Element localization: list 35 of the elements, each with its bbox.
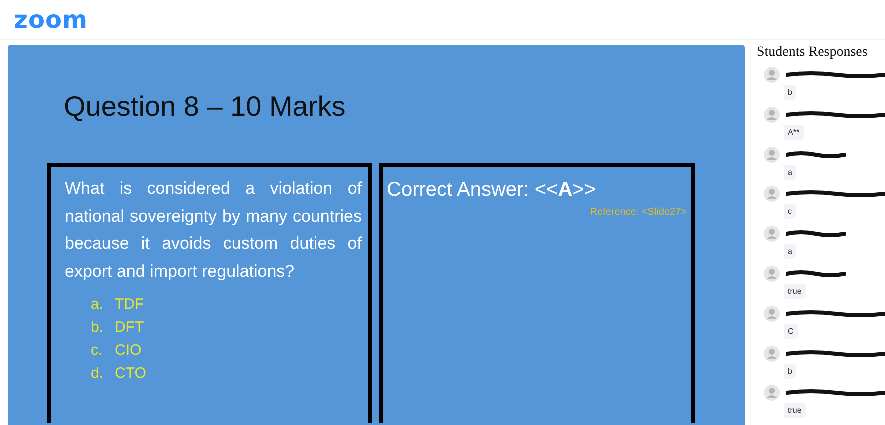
avatar-icon	[764, 67, 780, 83]
option-text: TDF	[115, 295, 144, 315]
option-text: CTO	[115, 364, 146, 384]
option-text: CIO	[115, 341, 142, 361]
zoom-logo: zoom	[14, 8, 88, 32]
avatar-icon	[764, 106, 780, 123]
slide-title: Question 8 – 10 Marks	[64, 90, 347, 124]
option-letter: a.	[91, 295, 105, 315]
option-letter: d.	[91, 364, 105, 384]
avatar-icon	[764, 266, 780, 282]
avatar-icon	[764, 306, 780, 322]
avatar-icon	[764, 146, 780, 163]
redaction-scribble	[786, 230, 846, 238]
avatar-icon	[764, 226, 780, 242]
response-answer: c	[784, 204, 796, 220]
panel-title: Students Responses	[757, 45, 869, 61]
option-text: DFT	[115, 318, 144, 338]
response-answer: a	[784, 164, 796, 180]
response-answer: C	[784, 324, 798, 339]
question-text: What is considered a violation of national sovereignty by many countries because it avoids custom duties of export and import regulations?	[65, 178, 362, 282]
avatar-icon	[764, 186, 780, 202]
response-answer: b	[784, 364, 796, 379]
correct-answer: Correct Answer: <<A>>	[387, 178, 596, 203]
response-answer: a	[784, 244, 796, 260]
reference-text: Reference: <Slide27>	[590, 207, 687, 218]
avatar-icon	[764, 346, 780, 362]
response-answer: A**	[784, 124, 804, 140]
avatar-icon	[764, 385, 780, 402]
redaction-scribble	[786, 150, 846, 159]
redaction-scribble	[786, 270, 846, 278]
option-letter: c.	[91, 341, 104, 361]
option-letter: b.	[91, 318, 105, 338]
response-answer: b	[784, 85, 796, 100]
response-answer: true	[784, 403, 806, 418]
response-answer: true	[784, 284, 806, 299]
